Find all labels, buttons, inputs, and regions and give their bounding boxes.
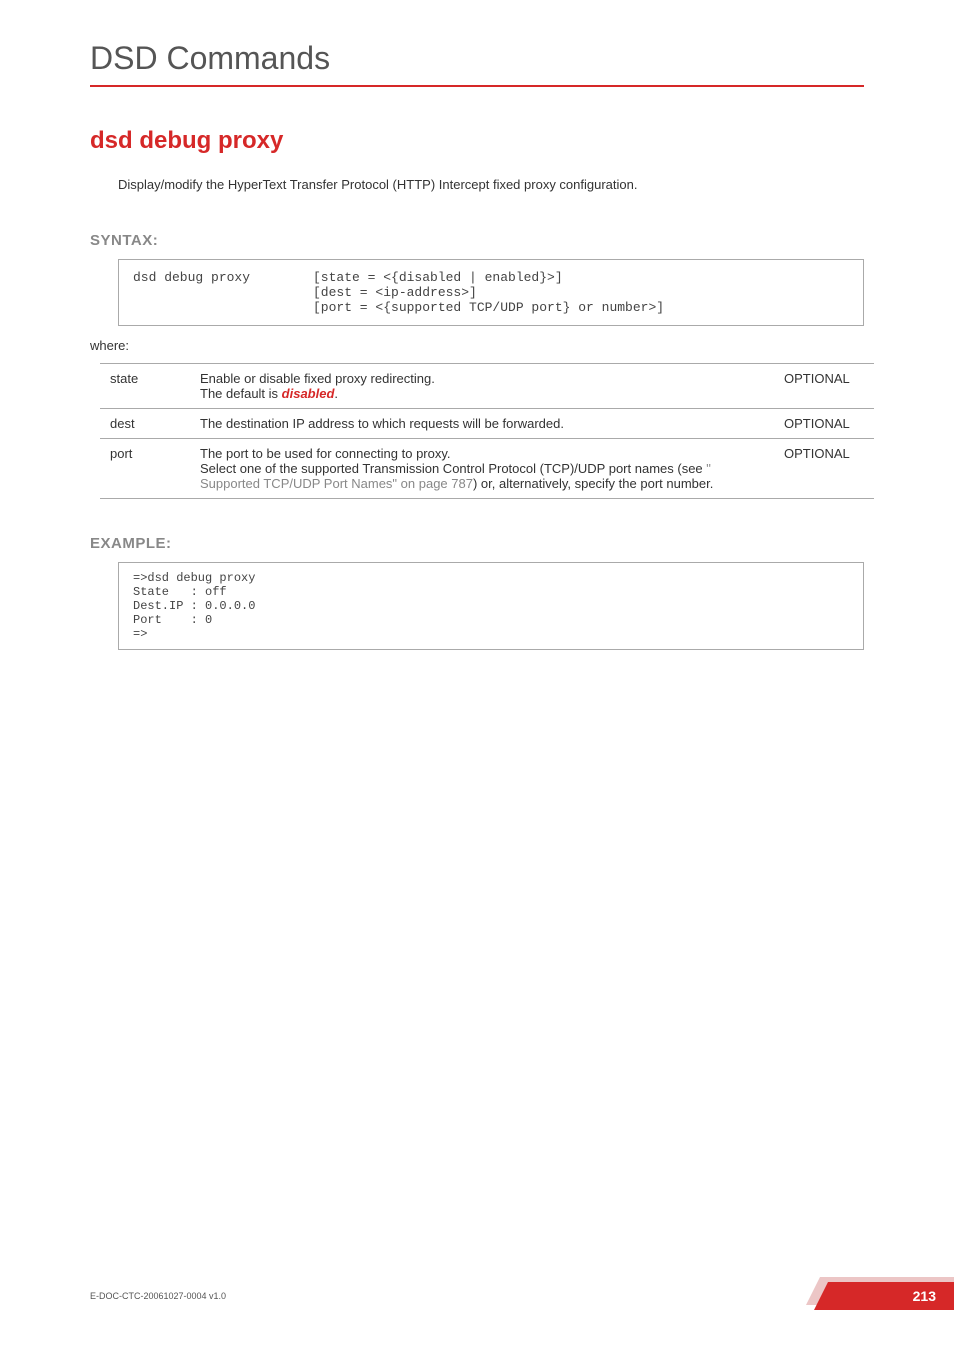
page-number-badge: 213	[814, 1282, 954, 1310]
syntax-command: dsd debug proxy	[133, 270, 263, 315]
table-row: portThe port to be used for connecting t…	[100, 439, 874, 499]
doc-id: E-DOC-CTC-20061027-0004 v1.0	[90, 1291, 226, 1301]
param-name: dest	[100, 409, 190, 439]
param-desc: The destination IP address to which requ…	[190, 409, 774, 439]
footer: E-DOC-CTC-20061027-0004 v1.0 213	[90, 1282, 954, 1310]
intro-text: Display/modify the HyperText Transfer Pr…	[118, 177, 864, 192]
table-row: stateEnable or disable fixed proxy redir…	[100, 364, 874, 409]
param-name: state	[100, 364, 190, 409]
param-desc: Enable or disable fixed proxy redirectin…	[190, 364, 774, 409]
params-table: stateEnable or disable fixed proxy redir…	[100, 363, 874, 499]
syntax-label: SYNTAX:	[90, 232, 864, 249]
syntax-box: dsd debug proxy [state = <{disabled | en…	[118, 259, 864, 326]
page-header: DSD Commands	[90, 40, 864, 77]
param-optional: OPTIONAL	[774, 409, 874, 439]
table-row: destThe destination IP address to which …	[100, 409, 874, 439]
page-number: 213	[913, 1288, 936, 1304]
param-desc: The port to be used for connecting to pr…	[190, 439, 774, 499]
header-divider	[90, 85, 864, 87]
param-optional: OPTIONAL	[774, 439, 874, 499]
param-name: port	[100, 439, 190, 499]
where-label: where:	[90, 338, 864, 353]
example-output: =>dsd debug proxy State : off Dest.IP : …	[118, 562, 864, 650]
example-label: EXAMPLE:	[90, 535, 864, 552]
syntax-args: [state = <{disabled | enabled}>] [dest =…	[313, 270, 664, 315]
command-title: dsd debug proxy	[90, 127, 864, 155]
param-optional: OPTIONAL	[774, 364, 874, 409]
